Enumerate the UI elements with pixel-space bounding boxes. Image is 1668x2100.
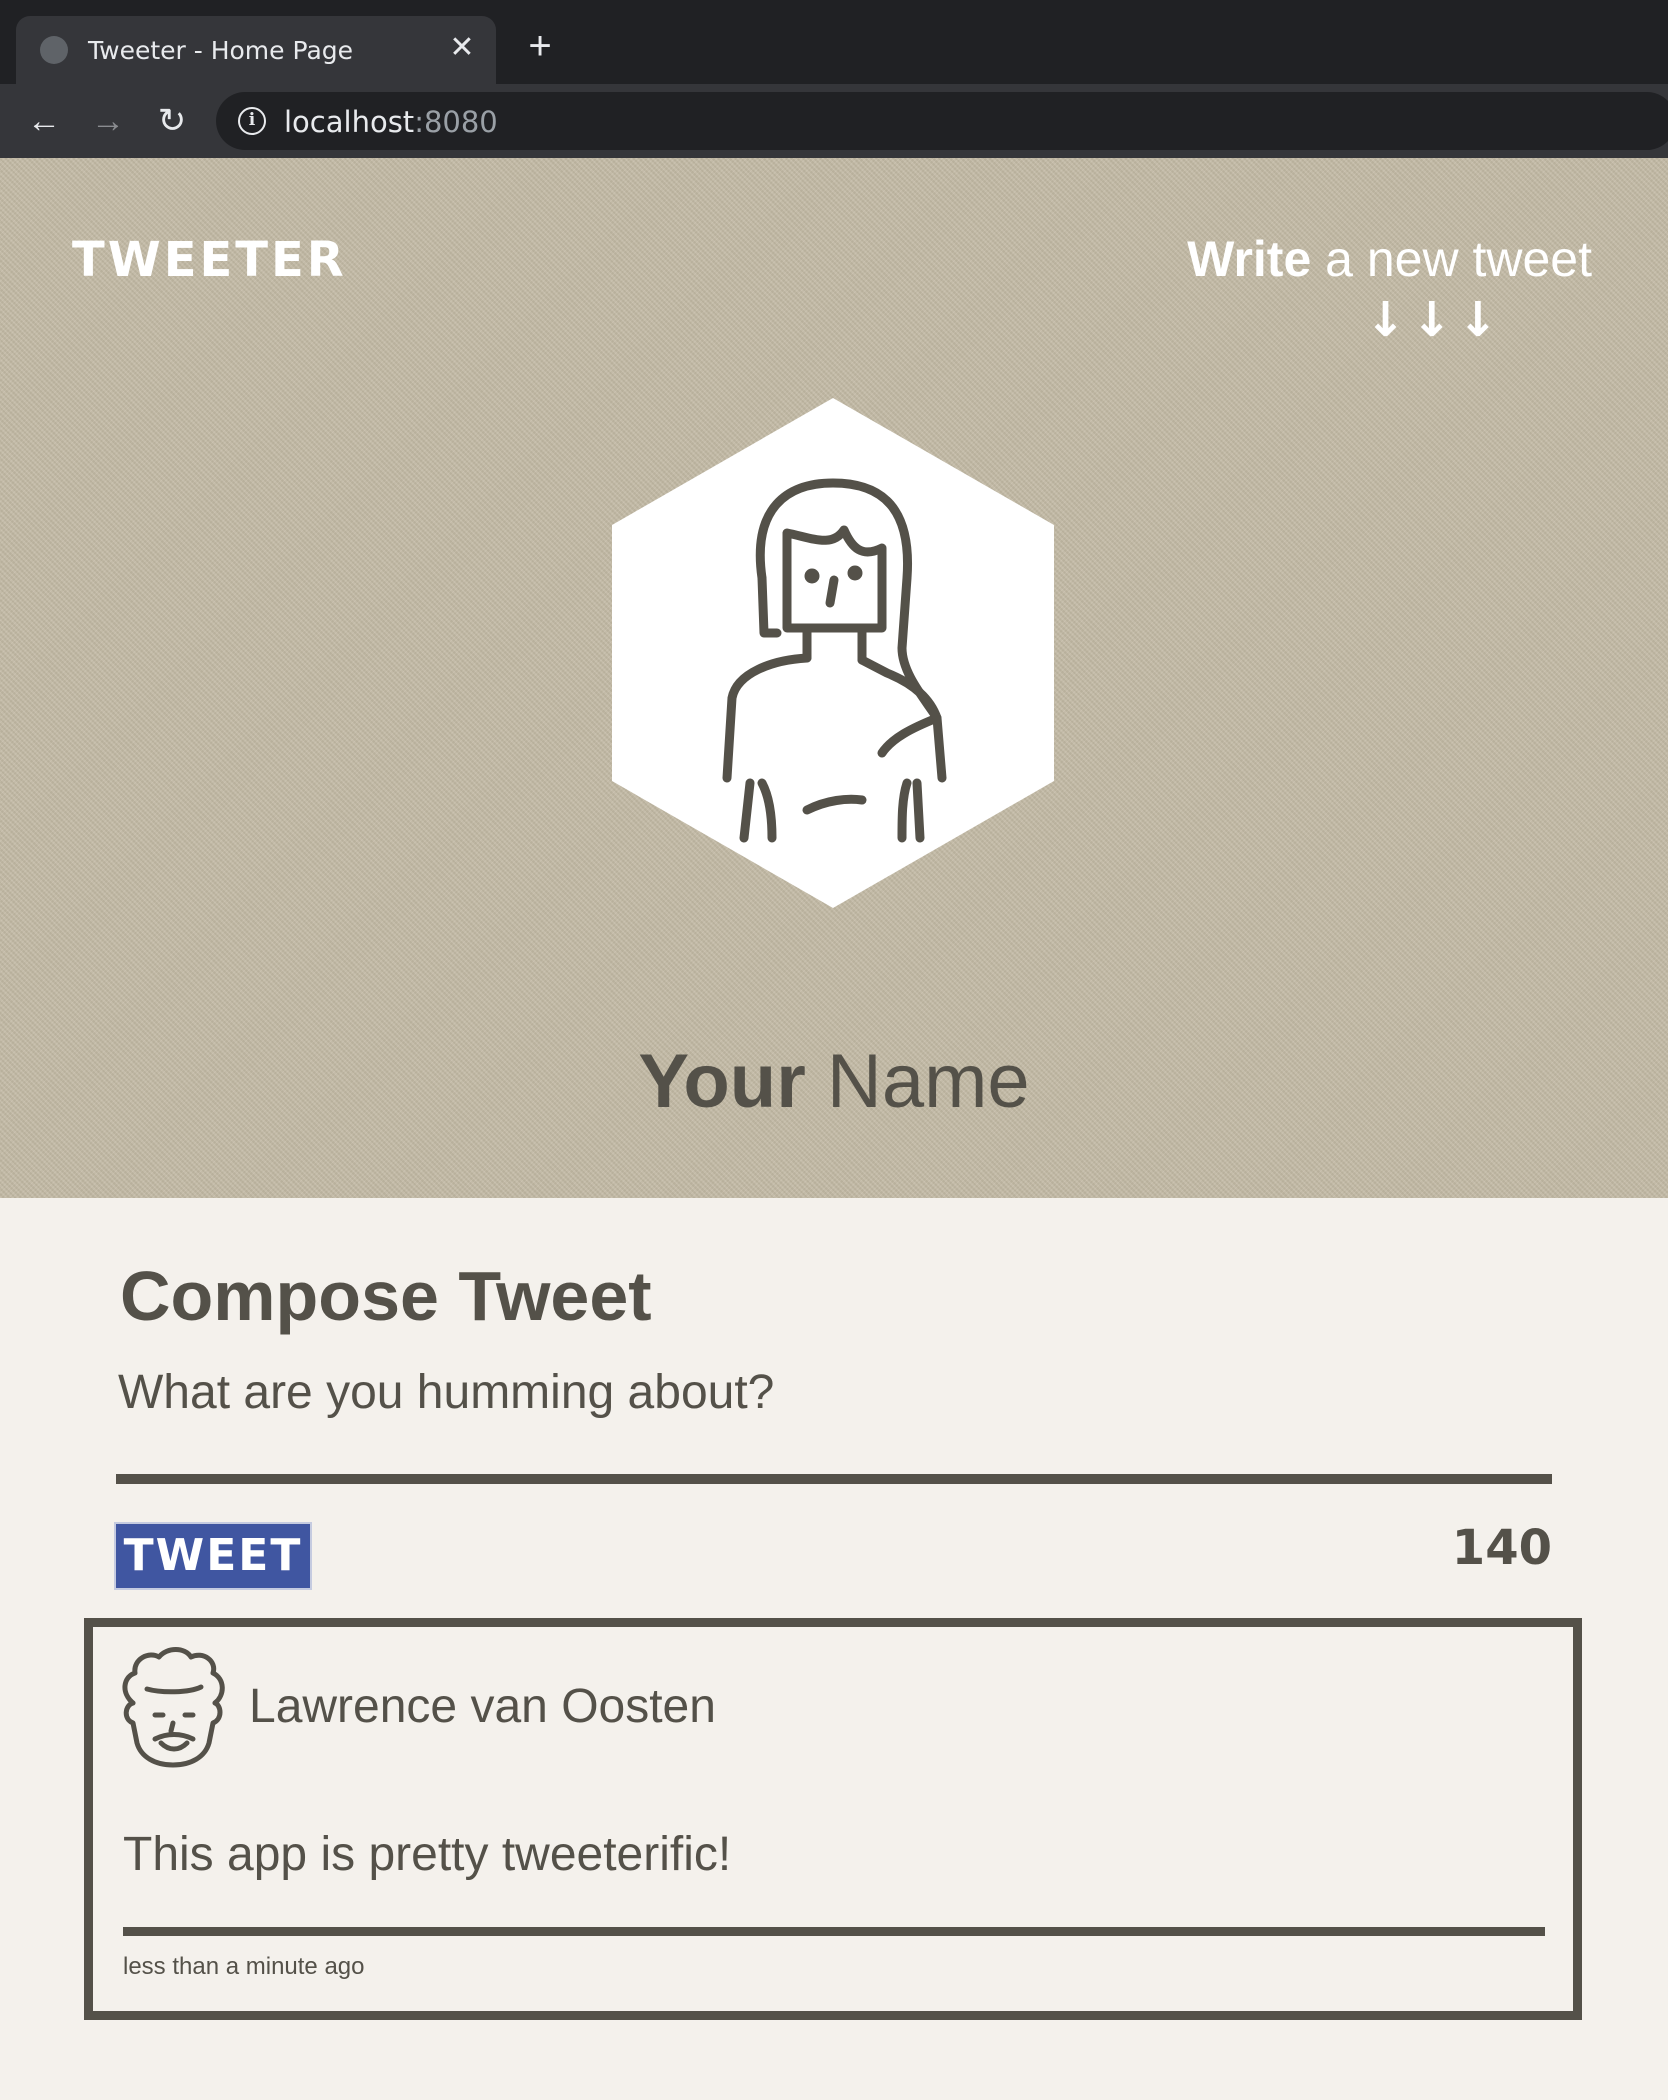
browser-toolbar: ← → ↻ i localhost:8080 — [0, 84, 1668, 158]
globe-icon — [40, 36, 68, 64]
new-tab-button[interactable]: + — [520, 26, 560, 66]
write-new-tweet-link[interactable]: Write a new tweet — [1187, 230, 1592, 288]
woman-avatar-icon — [612, 398, 1054, 908]
reload-button[interactable]: ↻ — [152, 101, 192, 141]
profile-name: Your Name — [638, 1039, 1030, 1124]
forward-button[interactable]: → — [88, 101, 128, 141]
address-bar[interactable]: i localhost:8080 — [216, 92, 1668, 150]
back-button[interactable]: ← — [24, 101, 64, 141]
tweet-submit-button[interactable]: TWEET — [114, 1522, 312, 1590]
tweet-text: This app is pretty tweeterific! — [123, 1828, 732, 1881]
info-icon[interactable]: i — [238, 107, 266, 135]
browser-tab[interactable]: Tweeter - Home Page ✕ — [16, 16, 496, 84]
brand-logo[interactable]: TWEETER — [72, 232, 347, 288]
tab-title: Tweeter - Home Page — [88, 36, 354, 65]
profile-header: TWEETER Write a new tweet ↓↓↓ Your Name — [0, 158, 1668, 1198]
tweet-timestamp: less than a minute ago — [123, 1953, 365, 1980]
tweet-card: Lawrence van Oosten This app is pretty t… — [84, 1618, 1582, 2020]
url-text: localhost:8080 — [284, 105, 498, 139]
tweet-author-name: Lawrence van Oosten — [249, 1680, 716, 1733]
down-arrows-icon[interactable]: ↓↓↓ — [1365, 292, 1504, 348]
close-tab-icon[interactable]: ✕ — [444, 30, 480, 66]
man-avatar-icon — [122, 1647, 225, 1768]
browser-tabbar: Tweeter - Home Page ✕ + — [0, 0, 1668, 84]
character-counter: 140 — [1451, 1520, 1552, 1576]
compose-title: Compose Tweet — [120, 1257, 652, 1335]
tweet-textarea[interactable] — [116, 1360, 1552, 1484]
tweet-divider — [123, 1927, 1545, 1936]
